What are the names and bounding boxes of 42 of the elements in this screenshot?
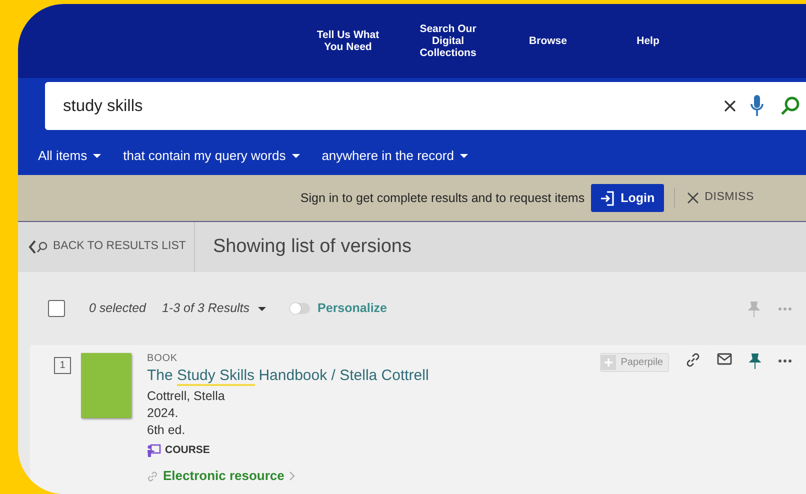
versions-title: Showing list of versions <box>212 234 412 259</box>
course-label: COURSE <box>165 442 210 458</box>
link-icon[interactable] <box>686 353 700 367</box>
dismiss-button[interactable]: DISMISS <box>674 188 760 208</box>
chevron-right-icon <box>289 471 296 482</box>
selected-count: 0 selected <box>89 300 146 318</box>
item-type: BOOK <box>147 353 178 364</box>
email-icon[interactable] <box>717 353 732 365</box>
result-number: 1 <box>54 357 71 374</box>
author: Cottrell, Stella <box>147 388 226 405</box>
publication-year: 2024. <box>147 404 180 422</box>
plus-icon <box>600 355 616 370</box>
more-options-icon[interactable] <box>778 359 792 363</box>
search-icon[interactable] <box>780 96 800 116</box>
nav-link[interactable]: Tell Us What You Need <box>298 28 398 54</box>
nav-link[interactable]: Browse <box>498 34 598 48</box>
presenter-icon <box>147 444 161 457</box>
pin-icon[interactable] <box>749 353 761 369</box>
clear-icon[interactable] <box>724 100 736 112</box>
book-cover-placeholder <box>81 353 131 418</box>
nav-link[interactable]: Search Our Digital Collections <box>398 22 498 60</box>
electronic-resource-link[interactable]: Electronic resource <box>147 466 296 486</box>
back-to-results-button[interactable]: BACK TO RESULTS LIST <box>18 222 195 272</box>
microphone-icon[interactable] <box>750 95 764 117</box>
close-icon <box>686 192 699 204</box>
link-icon <box>147 470 158 482</box>
personalize-toggle[interactable] <box>290 303 310 314</box>
results-count-dropdown[interactable]: 1-3 of 3 Results <box>162 299 266 318</box>
filter-dropdown[interactable]: anywhere in the record <box>322 146 468 166</box>
back-search-icon <box>28 240 50 254</box>
sign-in-message: Sign in to get complete results and to request items <box>300 190 585 207</box>
edition: 6th ed. <box>147 422 186 439</box>
select-all-checkbox[interactable] <box>48 300 65 317</box>
sign-in-icon <box>600 190 615 206</box>
filter-dropdown[interactable]: All items <box>38 146 102 166</box>
nav-link[interactable]: Help <box>598 34 698 48</box>
filter-dropdown[interactable]: that contain my query words <box>123 146 300 166</box>
login-button[interactable]: Login <box>590 184 664 212</box>
result-title-link[interactable]: The Study Skills Handbook / Stella Cottrell <box>147 367 429 386</box>
search-input[interactable]: study skills <box>61 92 724 120</box>
search-field[interactable]: study skills <box>45 82 806 130</box>
personalize-label: Personalize <box>318 300 388 318</box>
